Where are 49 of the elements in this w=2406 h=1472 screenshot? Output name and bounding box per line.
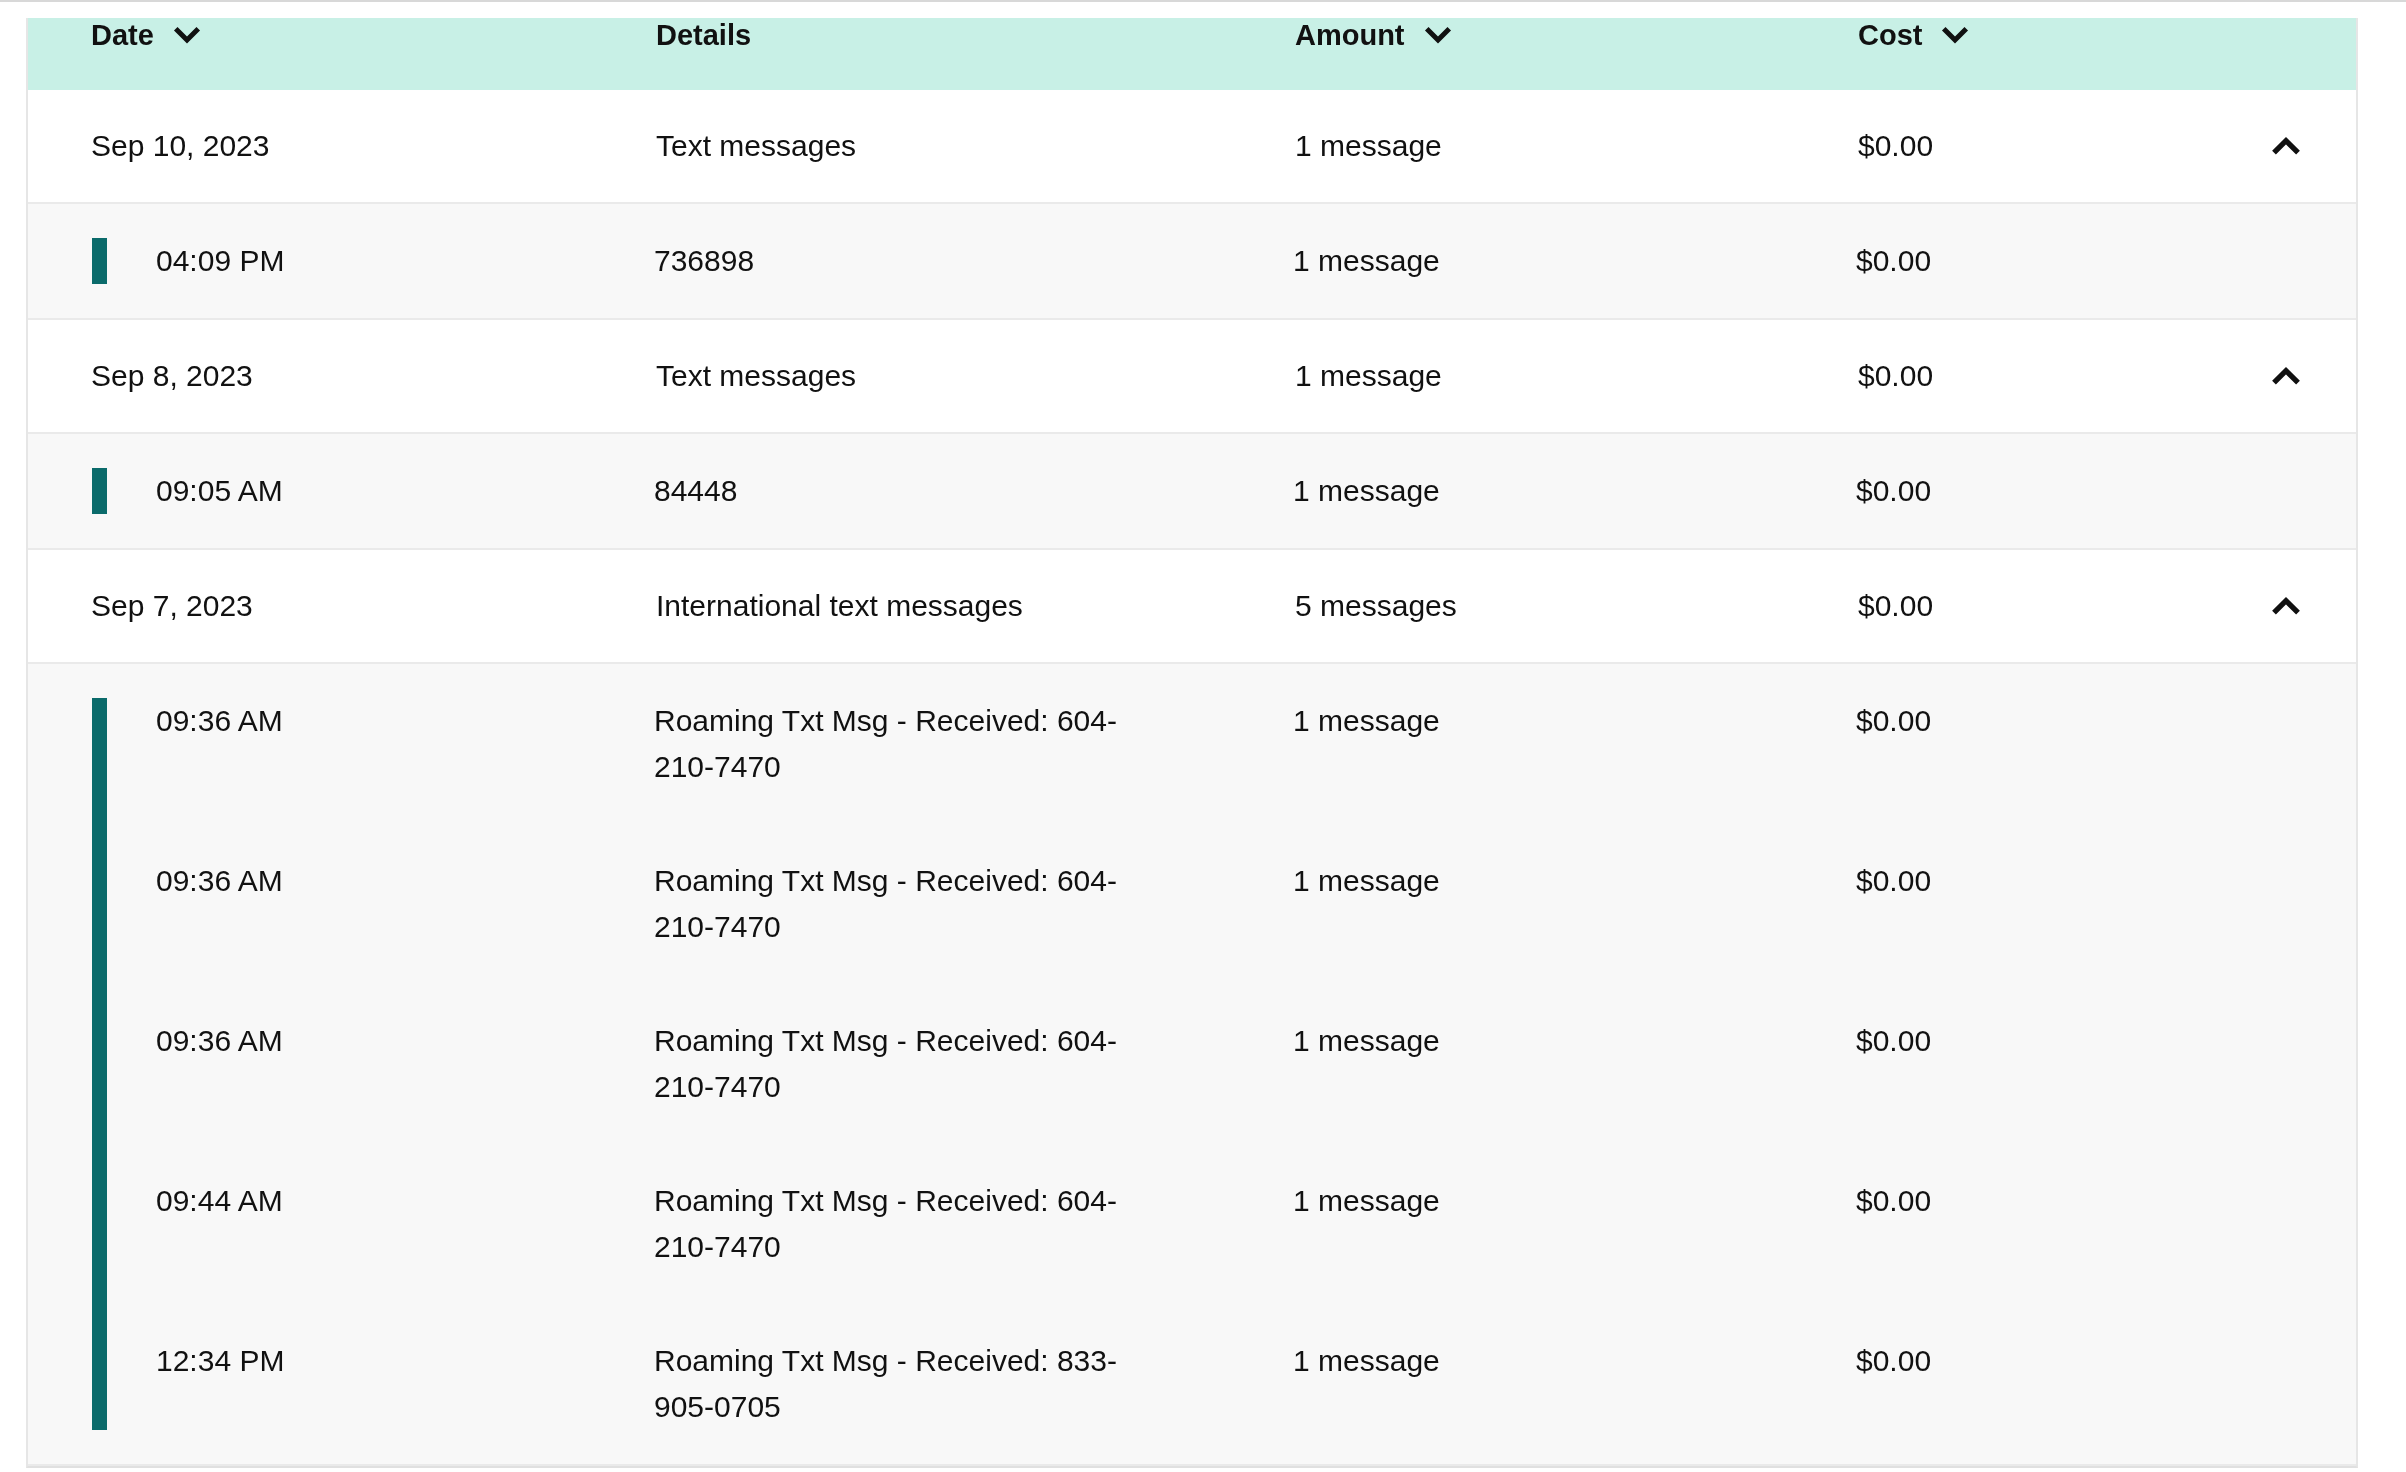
amount-text: 5 messages: [1295, 589, 1458, 623]
amount-text: 1 message: [1293, 473, 1441, 509]
details-text: Roaming Txt Msg - Received: 604-210-7470: [654, 703, 1118, 785]
sort-column-button[interactable]: Amount: [1295, 18, 1453, 52]
details-text: Roaming Txt Msg - Received: 833-905-0705: [654, 1343, 1118, 1425]
time-text: 09:44 AM: [156, 1183, 284, 1219]
date-text: Sep 8, 2023: [91, 359, 254, 393]
cost-text: $0.00: [1856, 473, 1933, 509]
column-header: Details: [656, 19, 752, 51]
time-text: 04:09 PM: [156, 243, 286, 279]
time-text: 09:36 AM: [156, 863, 284, 899]
date-text: Sep 7, 2023: [91, 589, 254, 623]
cost-text: $0.00: [1856, 1183, 1933, 1219]
cost-text: $0.00: [1856, 863, 1933, 899]
cost-text: $0.00: [1856, 1023, 1933, 1059]
date-text: Sep 10, 2023: [91, 129, 271, 163]
chevron-down-icon: [1940, 25, 1971, 45]
details-text: 736898: [654, 243, 756, 279]
cost-text: $0.00: [1858, 589, 1935, 623]
time-text: 09:36 AM: [156, 703, 284, 739]
amount-text: 1 message: [1295, 129, 1443, 163]
details-text: 84448: [654, 473, 739, 509]
amount-text: 1 message: [1295, 359, 1443, 393]
accent-bar: [92, 468, 107, 514]
chevron-down-icon: [1422, 25, 1453, 45]
amount-text: 1 message: [1293, 703, 1441, 739]
cost-text: $0.00: [1858, 129, 1935, 163]
amount-text: 1 message: [1293, 1183, 1441, 1219]
details-text: Roaming Txt Msg - Received: 604-210-7470: [654, 863, 1118, 945]
amount-text: 1 message: [1293, 1023, 1441, 1059]
details-text: Text messages: [656, 129, 858, 163]
amount-text: 1 message: [1293, 1343, 1441, 1379]
details-text: Roaming Txt Msg - Received: 604-210-7470: [654, 1023, 1118, 1105]
details-text: International text messages: [656, 589, 1024, 623]
chevron-down-icon: [171, 25, 202, 45]
time-text: 12:34 PM: [156, 1343, 286, 1379]
cost-text: $0.00: [1856, 1343, 1933, 1379]
amount-text: 1 message: [1293, 243, 1441, 279]
details-text: Text messages: [656, 359, 858, 393]
details-text: Roaming Txt Msg - Received: 604-210-7470: [654, 1183, 1118, 1265]
sort-column-button[interactable]: Date: [91, 18, 202, 52]
time-text: 09:36 AM: [156, 1023, 284, 1059]
sort-column-button[interactable]: Cost: [1858, 18, 1971, 52]
cost-text: $0.00: [1856, 243, 1933, 279]
amount-text: 1 message: [1293, 863, 1441, 899]
cost-text: $0.00: [1858, 359, 1935, 393]
cost-text: $0.00: [1856, 703, 1933, 739]
time-text: 09:05 AM: [156, 473, 284, 509]
accent-bar: [92, 238, 107, 284]
